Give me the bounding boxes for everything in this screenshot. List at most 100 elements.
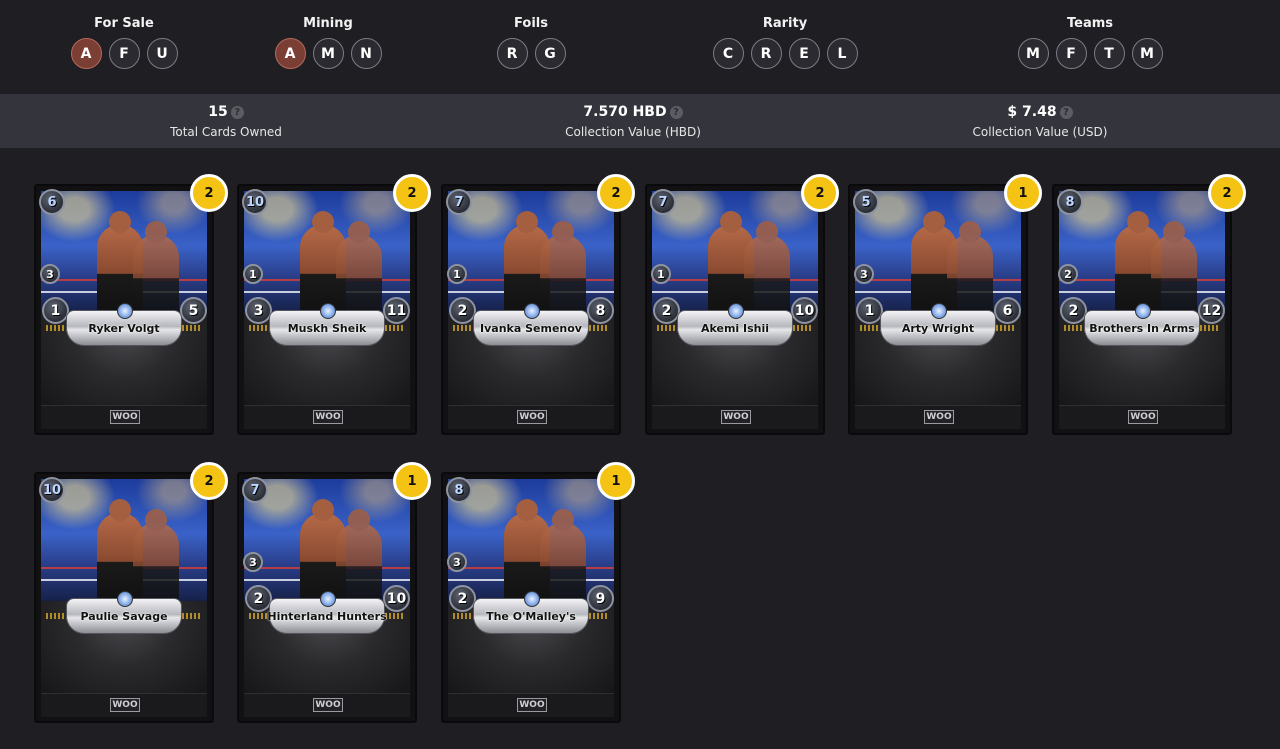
mana-cost: 6 <box>39 189 65 215</box>
mana-cost: 7 <box>650 189 676 215</box>
card-nameplate: The O'Malley's <box>473 591 589 634</box>
filter-team-4[interactable]: M <box>1131 38 1163 69</box>
card-footer: WOO <box>244 405 410 429</box>
help-icon[interactable]: ? <box>230 106 244 119</box>
woo-logo: WOO <box>110 698 140 712</box>
card-artwork <box>448 479 614 601</box>
filter-for-sale-all[interactable]: A <box>70 38 102 69</box>
woo-logo: WOO <box>1128 410 1158 424</box>
card[interactable]: WOO 7 1 2 8 Ivanka Semenov 2 <box>441 174 635 435</box>
filter-rarity-common[interactable]: C <box>712 38 744 69</box>
stat-collection-value-usd: $ 7.48? Collection Value (USD) <box>890 103 1190 141</box>
card[interactable]: WOO 6 3 1 5 Ryker Volgt 2 <box>34 174 228 435</box>
card-count-badge: 2 <box>1208 174 1246 212</box>
mana-cost: 8 <box>1057 189 1083 215</box>
filter-group-mining: Mining A M N <box>274 15 382 69</box>
woo-logo: WOO <box>517 410 547 424</box>
card-nameplate: Ryker Volgt <box>66 303 182 346</box>
stat-value: $ 7.48 <box>1007 104 1057 120</box>
card-artwork <box>855 191 1021 313</box>
card[interactable]: WOO 7 1 2 10 Akemi Ishii 2 <box>645 174 839 435</box>
filter-group-teams: Teams M F T M <box>1017 15 1163 69</box>
filter-bar: For Sale A F U Mining A M N Foils R G Ra… <box>0 0 1280 94</box>
card[interactable]: WOO 10 1 3 11 Muskh Sheik 2 <box>237 174 431 435</box>
filter-team-1[interactable]: M <box>1017 38 1049 69</box>
attack-stat: 2 <box>653 297 680 324</box>
filter-foil-regular[interactable]: R <box>496 38 528 69</box>
card-name: Paulie Savage <box>80 609 168 623</box>
card-nameplate: Muskh Sheik <box>269 303 385 346</box>
health-stat: 10 <box>791 297 818 324</box>
woo-logo: WOO <box>110 410 140 424</box>
stat-label: Total Cards Owned <box>170 125 282 139</box>
card-count-badge: 2 <box>190 174 228 212</box>
card-artwork <box>652 191 818 313</box>
card-count-badge: 1 <box>393 462 431 500</box>
card-footer: WOO <box>1059 405 1225 429</box>
speed-stat: 1 <box>651 264 671 284</box>
help-icon[interactable]: ? <box>1059 106 1073 119</box>
filter-mining-mining[interactable]: M <box>312 38 344 69</box>
filter-mining-not-mining[interactable]: N <box>350 38 382 69</box>
card-nameplate: Arty Wright <box>880 303 996 346</box>
filter-rarity-legendary[interactable]: L <box>826 38 858 69</box>
speed-stat: 3 <box>243 552 263 572</box>
filter-for-sale-unlisted[interactable]: U <box>146 38 178 69</box>
stats-bar: 15? Total Cards Owned 7.570 HBD? Collect… <box>0 94 1280 148</box>
attack-stat: 1 <box>42 297 69 324</box>
filter-title: Rarity <box>762 16 808 31</box>
speed-stat: 1 <box>243 264 263 284</box>
card[interactable]: WOO 7 3 2 10 Hinterland Hunters 1 <box>237 462 431 723</box>
health-stat: 9 <box>587 585 614 612</box>
card-count-badge: 2 <box>190 462 228 500</box>
card-nameplate: Brothers In Arms <box>1084 303 1200 346</box>
card-footer: WOO <box>41 693 207 717</box>
speed-stat: 2 <box>1058 264 1078 284</box>
stat-value: 15 <box>208 104 228 120</box>
speed-stat: 3 <box>854 264 874 284</box>
filter-rarity-rare[interactable]: R <box>750 38 782 69</box>
help-icon[interactable]: ? <box>669 106 683 119</box>
filter-title: Foils <box>514 16 548 31</box>
card[interactable]: WOO 10 Paulie Savage 2 <box>34 462 228 723</box>
health-stat: 8 <box>587 297 614 324</box>
card-name: Ivanka Semenov <box>480 321 582 335</box>
card-count-badge: 2 <box>597 174 635 212</box>
card-artwork <box>244 479 410 601</box>
filter-team-2[interactable]: F <box>1055 38 1087 69</box>
card[interactable]: WOO 8 2 2 12 Brothers In Arms 2 <box>1052 174 1246 435</box>
mana-cost: 7 <box>446 189 472 215</box>
card-artwork <box>448 191 614 313</box>
card-artwork <box>41 191 207 313</box>
card[interactable]: WOO 8 3 2 9 The O'Malley's 1 <box>441 462 635 723</box>
filter-mining-all[interactable]: A <box>274 38 306 69</box>
card-artwork <box>244 191 410 313</box>
card-nameplate: Ivanka Semenov <box>473 303 589 346</box>
woo-logo: WOO <box>721 410 751 424</box>
filter-title: Mining <box>303 16 353 31</box>
health-stat: 6 <box>994 297 1021 324</box>
attack-stat: 2 <box>245 585 272 612</box>
stat-label: Collection Value (USD) <box>972 125 1108 139</box>
attack-stat: 1 <box>856 297 883 324</box>
stat-label: Collection Value (HBD) <box>565 125 701 139</box>
card-count-badge: 2 <box>801 174 839 212</box>
card-nameplate: Akemi Ishii <box>677 303 793 346</box>
health-stat: 10 <box>383 585 410 612</box>
woo-logo: WOO <box>313 698 343 712</box>
woo-logo: WOO <box>313 410 343 424</box>
card-count-badge: 2 <box>393 174 431 212</box>
card-footer: WOO <box>652 405 818 429</box>
card[interactable]: WOO 5 3 1 6 Arty Wright 1 <box>848 174 1042 435</box>
filter-for-sale-for-sale[interactable]: F <box>108 38 140 69</box>
card-count-badge: 1 <box>597 462 635 500</box>
card-footer: WOO <box>448 693 614 717</box>
filter-foil-gold[interactable]: G <box>534 38 566 69</box>
woo-logo: WOO <box>924 410 954 424</box>
stat-total-cards: 15? Total Cards Owned <box>76 103 376 141</box>
filter-team-3[interactable]: T <box>1093 38 1125 69</box>
health-stat: 5 <box>180 297 207 324</box>
card-name: Brothers In Arms <box>1089 321 1195 335</box>
mana-cost: 8 <box>446 477 472 503</box>
filter-rarity-epic[interactable]: E <box>788 38 820 69</box>
